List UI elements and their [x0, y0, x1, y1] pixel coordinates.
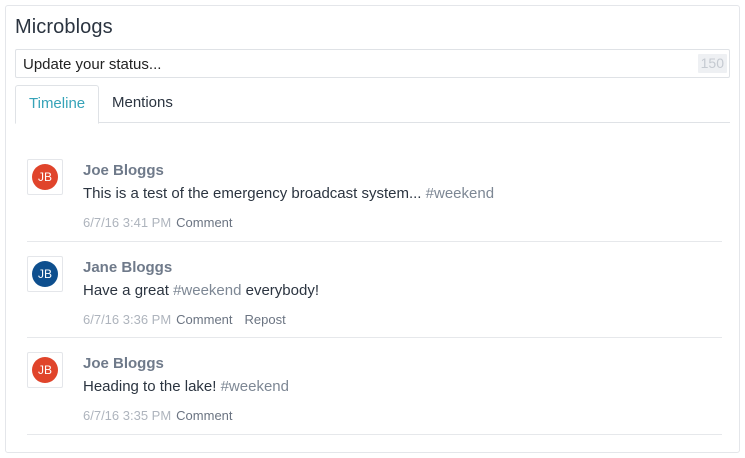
status-placeholder[interactable]: Update your status... [23, 56, 161, 73]
post-body: Heading to the lake! #weekend [83, 378, 289, 395]
comment-link[interactable]: Comment [176, 215, 232, 230]
post-text: Have a great [83, 281, 174, 299]
post-meta: 6/7/16 3:36 PM Comment Repost [83, 312, 286, 327]
post-meta: 6/7/16 3:41 PM Comment [83, 215, 233, 230]
avatar[interactable]: JB [32, 164, 58, 190]
post-author[interactable]: Joe Bloggs [83, 162, 164, 179]
post-body: This is a test of the emergency broadcas… [83, 185, 494, 202]
avatar-frame[interactable]: JB [27, 159, 63, 195]
post-item: JB Jane Bloggs Have a great #weekend eve… [27, 242, 722, 338]
char-count-badge: 150 [697, 54, 727, 73]
post-hashtag[interactable]: #weekend [173, 282, 241, 299]
post-hashtag[interactable]: #weekend [426, 185, 494, 202]
post-author[interactable]: Jane Bloggs [83, 259, 172, 276]
avatar[interactable]: JB [32, 260, 58, 287]
post-body: Have a great #weekend everybody! [83, 282, 319, 299]
post-timestamp: 6/7/16 3:35 PM [83, 408, 172, 423]
post-text-after: everybody! [241, 281, 319, 299]
avatar-frame[interactable]: JB [27, 352, 63, 388]
comment-link[interactable]: Comment [176, 312, 232, 327]
post-text: Heading to the lake! [83, 378, 221, 395]
tab-bar: Timeline Mentions [15, 85, 730, 124]
tab-timeline[interactable]: Timeline [15, 85, 100, 124]
post-timestamp: 6/7/16 3:36 PM [83, 311, 172, 327]
post-timestamp: 6/7/16 3:41 PM [83, 215, 172, 230]
panel-title: Microblogs [15, 16, 113, 38]
post-meta: 6/7/16 3:35 PM Comment [83, 408, 233, 423]
microblogs-panel: Microblogs Update your status... 150 Tim… [5, 5, 740, 453]
repost-link[interactable]: Repost [245, 312, 286, 327]
post-text: This is a test of the emergency broadcas… [83, 185, 426, 202]
post-item: JB Joe Bloggs Heading to the lake! #week… [27, 338, 722, 435]
avatar[interactable]: JB [32, 357, 58, 383]
post-author[interactable]: Joe Bloggs [83, 355, 164, 372]
status-input[interactable]: Update your status... 150 [15, 49, 730, 78]
comment-link[interactable]: Comment [176, 408, 232, 423]
timeline-feed: JB Joe Bloggs This is a test of the emer… [27, 145, 722, 435]
post-hashtag[interactable]: #weekend [221, 378, 289, 395]
post-item: JB Joe Bloggs This is a test of the emer… [27, 145, 722, 242]
avatar-frame[interactable]: JB [27, 255, 63, 292]
tab-mentions[interactable]: Mentions [99, 85, 186, 124]
